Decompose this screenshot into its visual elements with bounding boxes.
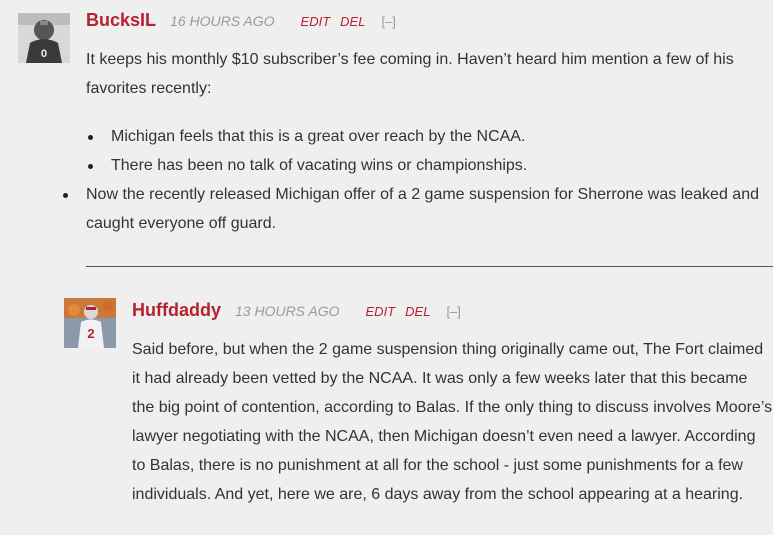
- bullet-dot-icon: [63, 193, 68, 198]
- collapse-toggle[interactable]: [–]: [381, 14, 395, 29]
- timestamp: 13 HOURS AGO: [235, 303, 340, 319]
- timestamp: 16 HOURS AGO: [170, 13, 275, 29]
- list-item-text: There has been no talk of vacating wins …: [111, 157, 528, 174]
- comment-divider: [86, 266, 773, 267]
- avatar[interactable]: 0: [18, 13, 70, 63]
- comment-meta: BucksIL 16 HOURS AGO EDIT DEL [–]: [86, 10, 773, 40]
- svg-text:0: 0: [41, 48, 47, 60]
- list-item: There has been no talk of vacating wins …: [86, 151, 773, 180]
- edit-link[interactable]: EDIT: [366, 304, 396, 319]
- comment-body: It keeps his monthly $10 subscriber’s fe…: [63, 45, 773, 238]
- comment-paragraph: Said before, but when the 2 game suspens…: [132, 341, 773, 503]
- author-name[interactable]: BucksIL: [86, 10, 156, 31]
- avatar[interactable]: 2: [64, 298, 116, 348]
- author-name[interactable]: Huffdaddy: [132, 300, 221, 321]
- list-item: Now the recently released Michigan offer…: [61, 180, 773, 238]
- comment-body: Said before, but when the 2 game suspens…: [132, 335, 773, 509]
- bullet-list: Michigan feels that this is a great over…: [63, 122, 773, 238]
- delete-link[interactable]: DEL: [340, 14, 365, 29]
- collapse-toggle[interactable]: [–]: [446, 304, 460, 319]
- user-avatar-image: 0: [18, 13, 70, 63]
- bullet-dot-icon: [88, 135, 93, 140]
- user-avatar-image: 2: [64, 298, 116, 348]
- list-item-text: Michigan feels that this is a great over…: [111, 128, 526, 145]
- comment-paragraph: It keeps his monthly $10 subscriber’s fe…: [86, 51, 734, 97]
- svg-text:2: 2: [87, 326, 94, 341]
- list-item: Michigan feels that this is a great over…: [86, 122, 773, 151]
- delete-link[interactable]: DEL: [405, 304, 430, 319]
- bullet-dot-icon: [88, 164, 93, 169]
- list-item-text: Now the recently released Michigan offer…: [86, 186, 759, 232]
- comment-meta: Huffdaddy 13 HOURS AGO EDIT DEL [–]: [132, 300, 773, 330]
- edit-link[interactable]: EDIT: [301, 14, 331, 29]
